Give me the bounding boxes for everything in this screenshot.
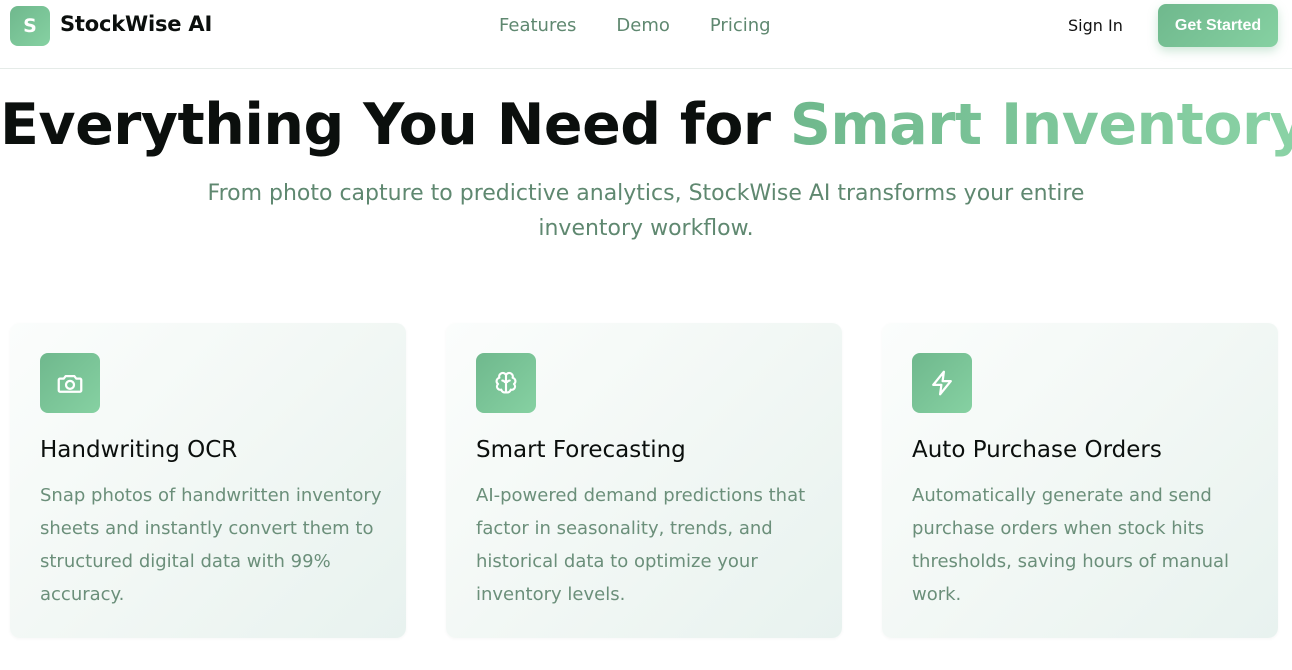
feature-description: Automatically generate and send purchase… [912, 485, 1230, 605]
nav-link-pricing[interactable]: Pricing [710, 15, 771, 36]
brain-icon [476, 353, 536, 413]
hero-subtitle: From photo capture to predictive analyti… [207, 181, 1085, 241]
feature-title: Auto Purchase Orders [912, 437, 1162, 463]
hero-title-plain: Everything You Need for [0, 92, 790, 158]
sign-in-link[interactable]: Sign In [1068, 16, 1123, 35]
nav-link-features[interactable]: Features [499, 15, 576, 36]
feature-description: Snap photos of handwritten inventory she… [40, 485, 382, 605]
lightning-icon [912, 353, 972, 413]
feature-title: Handwriting OCR [40, 437, 238, 463]
logo-icon[interactable]: S [10, 6, 50, 46]
hero-title-accent: Smart Inventory [790, 92, 1292, 158]
feature-card-purchase-orders: Auto Purchase Orders Automatically gener… [882, 323, 1278, 638]
feature-description: AI-powered demand predictions that facto… [476, 485, 806, 605]
camera-icon [40, 353, 100, 413]
nav-links: Features Demo Pricing [499, 15, 771, 36]
brand-name[interactable]: StockWise AI [60, 12, 212, 36]
hero-title: Everything You Need for Smart Inventory [0, 92, 1292, 158]
feature-card-forecasting: Smart Forecasting AI-powered demand pred… [446, 323, 842, 638]
top-navbar: S StockWise AI Features Demo Pricing Sig… [0, 0, 1292, 69]
feature-cards: Handwriting OCR Snap photos of handwritt… [10, 323, 1278, 638]
get-started-button[interactable]: Get Started [1158, 4, 1278, 47]
nav-link-demo[interactable]: Demo [616, 15, 669, 36]
feature-card-ocr: Handwriting OCR Snap photos of handwritt… [10, 323, 406, 638]
feature-title: Smart Forecasting [476, 437, 686, 463]
